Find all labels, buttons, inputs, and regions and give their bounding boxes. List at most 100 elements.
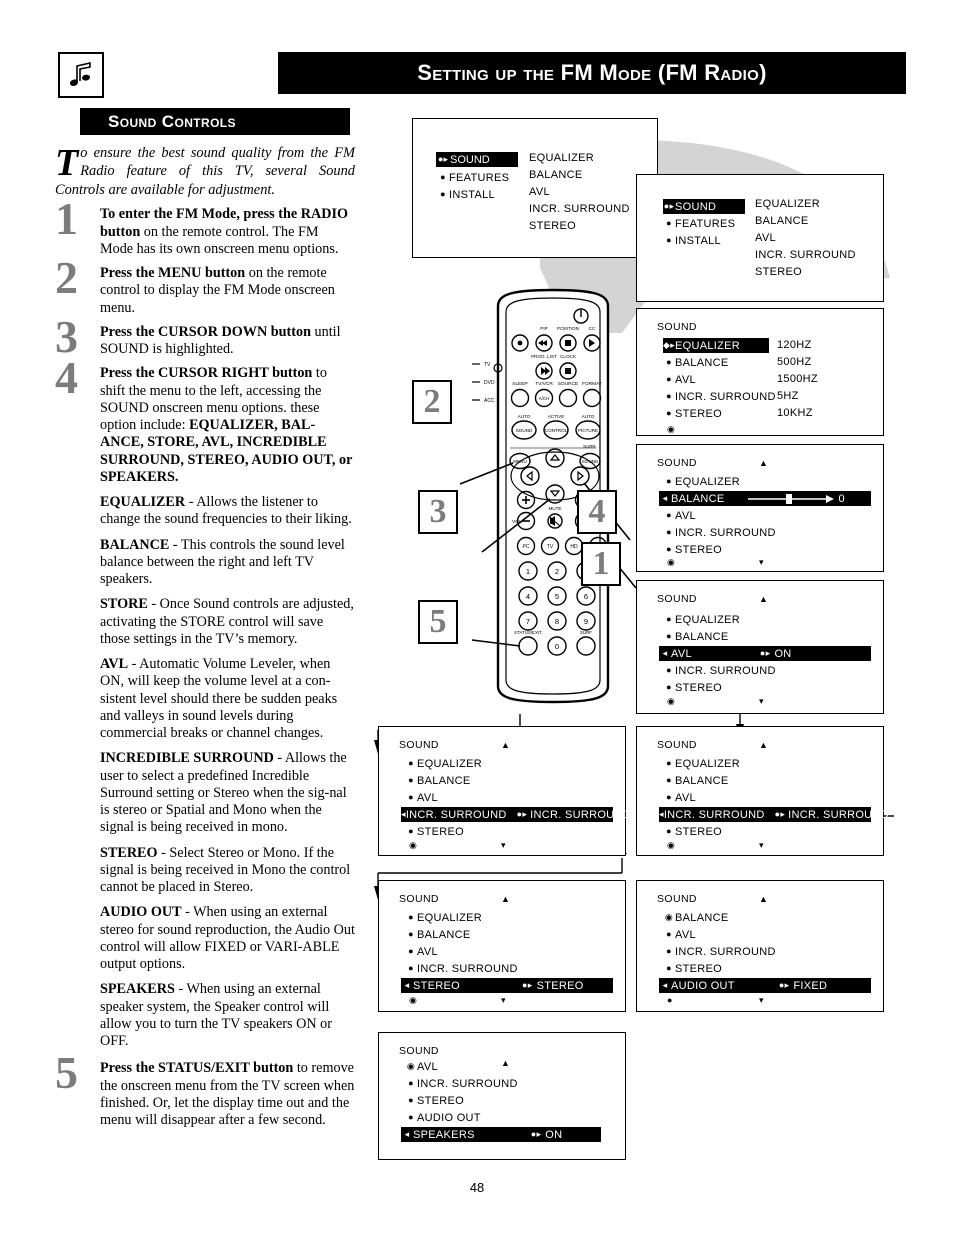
page-title: Setting up the FM Mode (FM Radio)	[417, 60, 767, 85]
scroll-marker-icon[interactable]: ◉	[667, 841, 675, 850]
cursor-icon: ●▸	[438, 154, 448, 164]
osd-item-avl[interactable]: ● AVL	[405, 944, 438, 959]
svg-text:A/CH: A/CH	[539, 396, 550, 401]
osd-item-features[interactable]: ● FEATURES	[663, 216, 735, 231]
osd-item-speakers[interactable]: ◂ SPEAKERS ●▸ ON	[401, 1127, 601, 1142]
osd-item-equalizer[interactable]: ● EQUALIZER	[663, 612, 740, 627]
scroll-up-icon[interactable]: ▲	[759, 741, 768, 750]
osd-item-equalizer[interactable]: ● EQUALIZER	[663, 474, 740, 489]
svg-text:6: 6	[584, 592, 588, 601]
osd-item-avl[interactable]: ● AVL	[663, 790, 696, 805]
osd-item-label: STEREO	[675, 407, 723, 420]
osd-item-stereo[interactable]: ● STEREO	[663, 961, 722, 976]
osd-item-sound[interactable]: ●▸ SOUND	[663, 199, 745, 214]
osd-item-balance[interactable]: ◂ BALANCE 0	[659, 491, 871, 506]
osd-item-avl[interactable]: ● AVL	[663, 372, 696, 387]
osd-stereo-screen: SOUND ▲ ● EQUALIZER ● BALANCE ● AVL ● IN…	[378, 880, 626, 1012]
osd-item-stereo[interactable]: ◂ STEREO ●▸ STEREO	[401, 978, 613, 993]
manual-page: Setting up the FM Mode (FM Radio) Sound …	[0, 0, 954, 1235]
incr-surround-value: INCR. SURROUND	[788, 808, 889, 821]
osd-item-audio-out[interactable]: ◂ AUDIO OUT ●▸ FIXED	[659, 978, 871, 993]
osd-item-stereo[interactable]: ● STEREO	[663, 406, 722, 421]
step-number: 4	[55, 352, 78, 404]
osd-item-balance[interactable]: ● BALANCE	[405, 927, 470, 942]
bullet-icon: ●	[408, 929, 414, 939]
scroll-up-icon[interactable]: ▲	[759, 459, 768, 468]
svg-text:CONTROL: CONTROL	[545, 428, 568, 433]
definition-term: AUDIO OUT	[100, 904, 182, 921]
osd-item-avl[interactable]: ● AVL	[405, 790, 438, 805]
osd-item-balance[interactable]: ● BALANCE	[663, 629, 728, 644]
osd-item-incr-surround[interactable]: ● INCR. SURROUND	[663, 944, 776, 959]
osd-item-label: AVL	[675, 373, 696, 386]
osd-item-stereo[interactable]: ● STEREO	[663, 680, 722, 695]
bullet-icon: ●	[666, 775, 672, 785]
scroll-down-icon[interactable]: ▾	[501, 996, 506, 1005]
step-text: Press the CURSOR DOWN button until SOUND…	[100, 323, 341, 358]
scroll-marker-icon[interactable]: ◉	[409, 841, 417, 850]
scroll-down-icon[interactable]: ▾	[759, 558, 764, 567]
scroll-up-icon[interactable]: ▲	[759, 895, 768, 904]
scroll-down-icon[interactable]: ▾	[759, 697, 764, 706]
osd-item-avl[interactable]: ● AVL	[663, 508, 696, 523]
scroll-up-icon[interactable]: ▲	[501, 895, 510, 904]
definition-speakers: SPEAKERS - When using an external speake…	[100, 981, 355, 1050]
osd-item-incr-surround[interactable]: ● INCR. SURROUND	[663, 663, 776, 678]
osd-item-stereo[interactable]: ● STEREO	[663, 824, 722, 839]
osd-item-label: BALANCE	[417, 928, 471, 941]
osd-item-stereo[interactable]: ● STEREO	[405, 824, 464, 839]
balance-slider[interactable]	[746, 493, 835, 505]
osd-item-incr-surround[interactable]: ● INCR. SURROUND	[663, 389, 776, 404]
osd-sub-incr-surround: INCR. SURROUND	[529, 203, 630, 215]
osd-item-audio-out[interactable]: ● AUDIO OUT	[405, 1110, 481, 1125]
osd-item-equalizer[interactable]: ● EQUALIZER	[405, 910, 482, 925]
osd-item-equalizer[interactable]: ◆▸ EQUALIZER	[663, 338, 769, 353]
svg-text:POSITION: POSITION	[557, 326, 579, 331]
svg-text:CLOCK: CLOCK	[560, 354, 577, 359]
scroll-down-icon[interactable]: ▾	[501, 841, 506, 850]
osd-item-balance[interactable]: ◉ BALANCE	[663, 910, 728, 925]
osd-item-stereo[interactable]: ● STEREO	[663, 542, 722, 557]
osd-item-features[interactable]: ● FEATURES	[437, 170, 509, 185]
osd-item-install[interactable]: ● INSTALL	[663, 233, 721, 248]
cursor-icon: ◆▸	[663, 340, 676, 350]
osd-item-balance[interactable]: ● BALANCE	[663, 773, 728, 788]
osd-value-10khz: 10KHZ	[777, 407, 813, 419]
instructions-column: To ensure the best sound quality from th…	[55, 144, 355, 1129]
osd-item-incr-surround[interactable]: ● INCR. SURROUND	[405, 961, 518, 976]
osd-item-install[interactable]: ● INSTALL	[437, 187, 495, 202]
osd-item-label: BALANCE	[671, 492, 725, 505]
osd-item-balance[interactable]: ● BALANCE	[663, 355, 728, 370]
osd-screen-title: SOUND	[657, 593, 697, 605]
svg-text:SLEEP: SLEEP	[512, 381, 527, 387]
osd-item-equalizer[interactable]: ● EQUALIZER	[663, 756, 740, 771]
svg-text:0: 0	[555, 642, 559, 651]
cursor-left-icon: ◂	[404, 980, 410, 990]
scroll-marker-icon[interactable]: ◉	[409, 996, 417, 1005]
scroll-up-icon[interactable]: ▲	[501, 1059, 510, 1068]
cursor-icon: ●▸	[516, 809, 528, 819]
svg-text:PROG. LIST: PROG. LIST	[531, 354, 557, 359]
definition-term: STORE	[100, 596, 148, 613]
scroll-down-icon[interactable]: ▾	[759, 841, 764, 850]
osd-item-incr-surround[interactable]: ◂ INCR. SURROUND ●▸ INCR. SURROUND	[401, 807, 631, 822]
osd-item-avl[interactable]: ◂ AVL ●▸ ON	[659, 646, 871, 661]
svg-text:PC: PC	[523, 544, 530, 550]
scroll-marker-icon[interactable]: ◉	[667, 697, 675, 706]
osd-item-incr-surround[interactable]: ◂ INCR. SURROUND ●▸ INCR. SURROUND	[659, 807, 889, 822]
osd-item-avl[interactable]: ◉ AVL	[405, 1059, 438, 1074]
osd-sub-equalizer: EQUALIZER	[755, 198, 821, 210]
osd-item-stereo[interactable]: ● STEREO	[405, 1093, 464, 1108]
scroll-down-icon[interactable]: ▾	[759, 996, 764, 1005]
osd-item-balance[interactable]: ● BALANCE	[405, 773, 470, 788]
scroll-down-icon[interactable]: ◉	[667, 425, 675, 434]
osd-item-avl[interactable]: ● AVL	[663, 927, 696, 942]
osd-item-equalizer[interactable]: ● EQUALIZER	[405, 756, 482, 771]
svg-text:9: 9	[584, 617, 588, 626]
scroll-up-icon[interactable]: ▲	[501, 741, 510, 750]
scroll-up-icon[interactable]: ▲	[759, 595, 768, 604]
osd-item-incr-surround[interactable]: ● INCR. SURROUND	[663, 525, 776, 540]
osd-item-incr-surround[interactable]: ● INCR. SURROUND	[405, 1076, 518, 1091]
scroll-marker-icon[interactable]: ◉	[667, 558, 675, 567]
svg-text:STATUS/EXIT: STATUS/EXIT	[514, 630, 542, 635]
